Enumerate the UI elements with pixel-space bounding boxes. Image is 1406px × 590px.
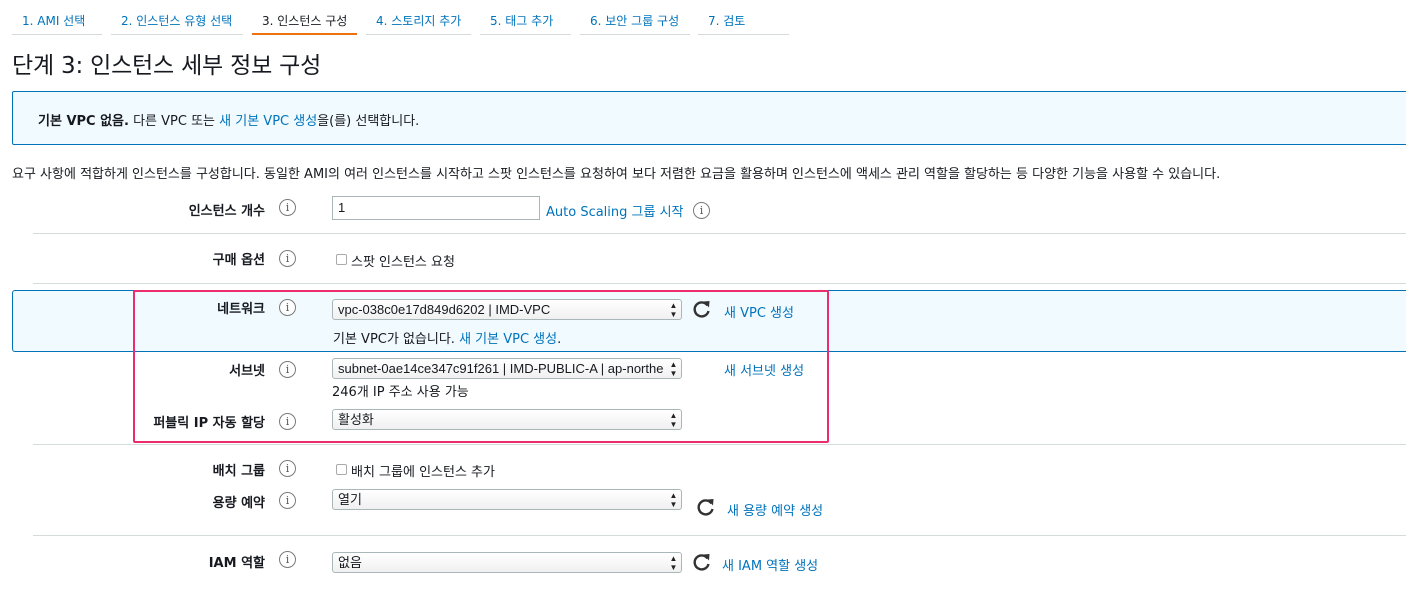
tab-security-group[interactable]: 6. 보안 그룹 구성 <box>580 7 690 35</box>
instance-count-input[interactable]: 1 <box>332 196 540 220</box>
instance-count-label: 인스턴스 개수 <box>188 204 265 219</box>
tab-ami[interactable]: 1. AMI 선택 <box>12 7 102 35</box>
alert-text-end: 을(를) 선택합니다. <box>317 114 420 129</box>
chevron-updown-icon: ▲ ▼ <box>669 491 678 509</box>
iam-role-label: IAM 역할 <box>208 556 265 571</box>
refresh-icon[interactable] <box>692 552 712 572</box>
info-icon[interactable]: i <box>279 492 296 509</box>
divider <box>33 233 1406 234</box>
subnet-label: 서브넷 <box>229 364 265 379</box>
alert-message: 기본 VPC 없음. 다른 VPC 또는 새 기본 VPC 생성을(를) 선택합… <box>38 110 419 129</box>
placement-group-checkbox-label: 배치 그룹에 인스턴스 추가 <box>351 465 495 480</box>
iam-role-select[interactable]: 없음 ▲ ▼ <box>332 552 682 573</box>
info-icon[interactable]: i <box>279 551 296 568</box>
chevron-updown-icon: ▲ ▼ <box>669 360 678 378</box>
spot-instance-checkbox[interactable] <box>336 254 347 265</box>
create-capacity-reservation-link[interactable]: 새 용량 예약 생성 <box>727 500 823 519</box>
purchase-option-label: 구매 옵션 <box>212 253 265 268</box>
network-label: 네트워크 <box>217 302 265 317</box>
tab-review[interactable]: 7. 검토 <box>698 7 789 35</box>
info-icon[interactable]: i <box>279 361 296 378</box>
chevron-updown-icon: ▲ ▼ <box>669 411 678 429</box>
info-icon[interactable]: i <box>279 199 296 216</box>
placement-group-checkbox[interactable] <box>336 464 347 475</box>
iam-role-select-value: 없음 <box>338 555 362 570</box>
capacity-reservation-select-value: 열기 <box>338 492 362 507</box>
network-note-text: 기본 VPC가 없습니다. <box>333 332 460 347</box>
capacity-reservation-label: 용량 예약 <box>212 496 265 511</box>
page-title: 단계 3: 인스턴스 세부 정보 구성 <box>12 53 322 79</box>
page-description: 요구 사항에 적합하게 인스턴스를 구성합니다. 동일한 AMI의 여러 인스턴… <box>12 167 1221 182</box>
network-note: 기본 VPC가 없습니다. 새 기본 VPC 생성. <box>333 328 561 347</box>
create-vpc-link[interactable]: 새 VPC 생성 <box>724 302 794 321</box>
network-select-value: vpc-038c0e17d849d6202 | IMD-VPC <box>338 302 551 317</box>
chevron-updown-icon: ▲ ▼ <box>669 301 678 319</box>
create-default-vpc-link-2[interactable]: 새 기본 VPC 생성 <box>459 332 557 347</box>
tab-instance-type[interactable]: 2. 인스턴스 유형 선택 <box>111 7 243 35</box>
no-default-vpc-alert: 기본 VPC 없음. 다른 VPC 또는 새 기본 VPC 생성을(를) 선택합… <box>12 91 1406 145</box>
create-iam-role-link[interactable]: 새 IAM 역할 생성 <box>722 555 818 574</box>
info-icon[interactable]: i <box>279 250 296 267</box>
network-select[interactable]: vpc-038c0e17d849d6202 | IMD-VPC ▲ ▼ <box>332 299 682 320</box>
subnet-select[interactable]: subnet-0ae14ce347c91f261 | IMD-PUBLIC-A … <box>332 358 682 379</box>
public-ip-select[interactable]: 활성화 ▲ ▼ <box>332 409 682 430</box>
refresh-icon[interactable] <box>696 497 716 517</box>
capacity-reservation-select[interactable]: 열기 ▲ ▼ <box>332 489 682 510</box>
alert-text: 다른 VPC 또는 <box>128 114 220 129</box>
create-subnet-link[interactable]: 새 서브넷 생성 <box>724 360 804 379</box>
tab-add-storage[interactable]: 4. 스토리지 추가 <box>366 7 471 35</box>
refresh-icon[interactable] <box>692 299 712 319</box>
public-ip-label: 퍼블릭 IP 자동 할당 <box>153 416 265 431</box>
auto-scaling-link[interactable]: Auto Scaling 그룹 시작 <box>546 201 684 220</box>
spot-instance-label: 스팟 인스턴스 요청 <box>351 255 455 270</box>
tab-configure-instance[interactable]: 3. 인스턴스 구성 <box>252 7 357 35</box>
tab-add-tags[interactable]: 5. 태그 추가 <box>480 7 571 35</box>
subnet-select-value: subnet-0ae14ce347c91f261 | IMD-PUBLIC-A … <box>338 361 663 376</box>
info-icon[interactable]: i <box>279 299 296 316</box>
divider <box>33 444 1406 445</box>
info-icon[interactable]: i <box>693 202 710 219</box>
info-icon[interactable]: i <box>279 413 296 430</box>
public-ip-select-value: 활성화 <box>338 412 374 427</box>
divider <box>33 283 1406 284</box>
divider <box>33 535 1406 536</box>
chevron-updown-icon: ▲ ▼ <box>669 554 678 572</box>
subnet-available-ips: 246개 IP 주소 사용 가능 <box>332 385 469 400</box>
create-default-vpc-link[interactable]: 새 기본 VPC 생성 <box>219 114 317 129</box>
network-note-end: . <box>557 332 562 347</box>
placement-group-label: 배치 그룹 <box>212 464 265 479</box>
info-icon[interactable]: i <box>279 460 296 477</box>
alert-title: 기본 VPC 없음. <box>38 114 129 129</box>
